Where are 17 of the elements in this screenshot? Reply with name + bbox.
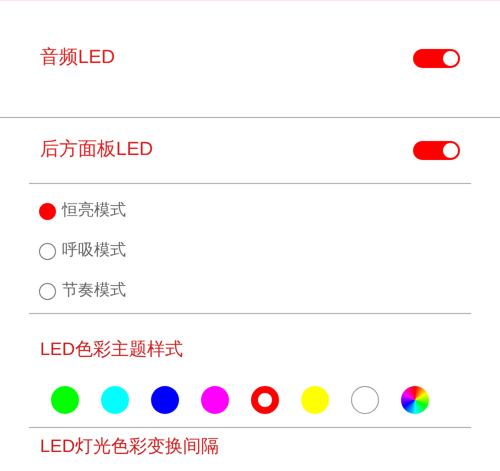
color-swatch[interactable] xyxy=(51,386,79,414)
toggle-switch[interactable] xyxy=(413,48,460,68)
color-swatch[interactable] xyxy=(301,386,329,414)
color-swatch[interactable] xyxy=(351,386,379,414)
color-swatch[interactable] xyxy=(151,386,179,414)
toggle-switch[interactable] xyxy=(413,141,460,160)
color-swatch[interactable] xyxy=(201,386,229,414)
color-swatch[interactable] xyxy=(251,386,279,414)
color-swatch[interactable] xyxy=(401,386,429,414)
setting-label: 后方面板LED xyxy=(40,138,153,162)
radio-option[interactable]: 呼吸模式 xyxy=(39,240,500,262)
radio-option[interactable]: 节奏模式 xyxy=(39,280,500,302)
section-title: LED色彩主题样式 xyxy=(40,339,184,359)
section-title: LED灯光色彩变换间隔 xyxy=(40,436,220,456)
setting-label: 音频LED xyxy=(40,46,115,70)
radio-option[interactable]: 恒亮模式 xyxy=(39,200,500,222)
color-swatch[interactable] xyxy=(101,386,129,414)
